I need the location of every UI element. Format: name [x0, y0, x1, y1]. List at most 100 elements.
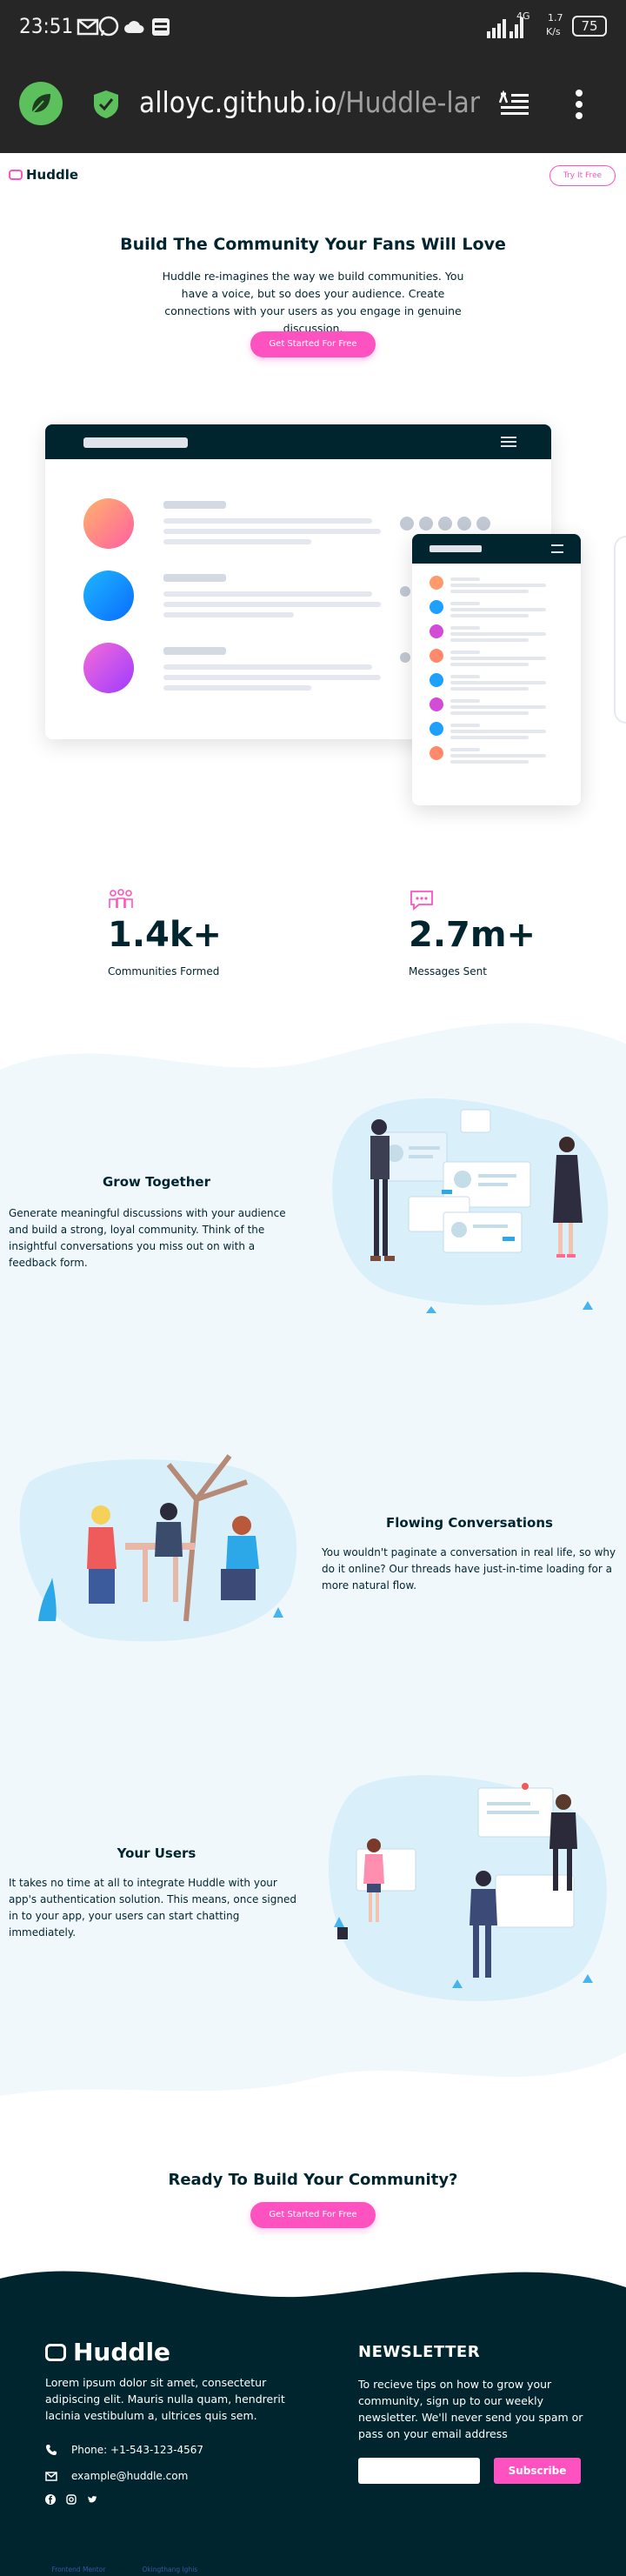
placeholder-line [450, 699, 480, 703]
avatar [430, 722, 443, 736]
decorative-frame [614, 536, 626, 724]
avatar [430, 746, 443, 760]
placeholder-line [450, 657, 546, 660]
placeholder-line [450, 687, 529, 691]
url-domain: alloyc.github.io [139, 85, 337, 119]
net-speed-value: 1.7 [548, 12, 563, 23]
facebook-icon[interactable] [45, 2494, 56, 2505]
placeholder-line [450, 632, 546, 636]
url-bar[interactable]: alloyc.github.io/Huddle-landing-pa [139, 85, 480, 119]
huddle-logo-icon [9, 170, 23, 180]
site-header: Huddle Try It Free [0, 153, 626, 198]
gallery-icon [152, 18, 170, 36]
grow-together-illustration [332, 1098, 609, 1313]
stat-number-messages: 2.7m+ [409, 915, 536, 955]
battery-indicator: 75 [572, 16, 607, 37]
footer-brand-name: Huddle [73, 2338, 171, 2366]
attribution-middle: . Coded by [104, 2566, 141, 2573]
footer-description: Lorem ipsum dolor sit amet, consectetur … [45, 2376, 285, 2422]
placeholder-line [450, 651, 480, 654]
footer-logo: Huddle [45, 2338, 170, 2366]
avatar [430, 624, 443, 638]
newsletter-text: To recieve tips on how to grow your comm… [358, 2378, 583, 2440]
secure-shield-icon[interactable] [92, 89, 120, 120]
phone-icon [46, 2445, 57, 2455]
newsletter-email-input[interactable] [358, 2458, 480, 2484]
network-type: 4G [516, 10, 530, 22]
newsletter-title: NEWSLETTER [358, 2343, 481, 2361]
placeholder-line [450, 748, 480, 751]
status-bar: 23:51 4G 1.7 K/s 75 [0, 0, 626, 56]
browser-toolbar: alloyc.github.io/Huddle-landing-pa [0, 56, 626, 153]
twitter-icon[interactable] [87, 2494, 97, 2505]
instagram-icon[interactable] [66, 2494, 77, 2505]
stat-label-communities: Communities Formed [108, 965, 220, 978]
feature-text-your-users: It takes no time at all to integrate Hud… [9, 1877, 296, 1939]
placeholder-line [450, 608, 546, 611]
placeholder-line [450, 760, 529, 764]
attribution: Challenge by Frontend Mentor. Coded by O… [7, 2566, 200, 2573]
avatar [430, 600, 443, 614]
hero-phone-mockup [412, 534, 581, 805]
flowing-conversations-illustration [19, 1454, 297, 1642]
avatar [83, 498, 134, 549]
attribution-prefix: Challenge by [7, 2566, 50, 2573]
placeholder-line [450, 626, 480, 630]
placeholder-line [450, 675, 480, 678]
stat-number-communities: 1.4k+ [108, 915, 222, 955]
placeholder-line [450, 590, 529, 593]
avatar [83, 643, 134, 693]
hero-get-started-button[interactable]: Get Started For Free [250, 331, 376, 357]
feature-title-flowing-conversations: Flowing Conversations [386, 1515, 553, 1531]
url-path: /Huddle-landing-pa [336, 85, 480, 119]
browser-logo-icon[interactable] [19, 82, 63, 125]
footer-email-text[interactable]: example@huddle.com [71, 2470, 188, 2482]
brand-name: Huddle [26, 167, 79, 183]
placeholder-line [450, 705, 546, 709]
hero-title: Build The Community Your Fans Will Love [120, 235, 506, 254]
placeholder-line [450, 730, 546, 733]
placeholder-line [450, 754, 546, 757]
cloud-icon [124, 21, 144, 33]
cta-title: Ready To Build Your Community? [168, 2171, 458, 2189]
footer-phone: Phone: +1-543-123-4567 [45, 2444, 203, 2456]
placeholder-line [450, 663, 529, 666]
placeholder-line [450, 584, 546, 587]
hero-description: Huddle re-imagines the way we build comm… [162, 270, 464, 335]
net-speed-unit: K/s [546, 26, 561, 37]
placeholder-line [450, 724, 480, 727]
your-users-illustration [328, 1775, 607, 2001]
footer-social-links [45, 2494, 97, 2505]
stat-label-messages: Messages Sent [409, 965, 487, 978]
try-it-free-button[interactable]: Try It Free [549, 165, 616, 186]
author-link[interactable]: Okingthang Ighis [142, 2566, 197, 2573]
placeholder-line [450, 638, 529, 642]
feature-text-grow-together: Generate meaningful discussions with you… [9, 1207, 286, 1269]
messages-icon [410, 891, 433, 911]
reader-mode-icon[interactable] [499, 90, 530, 118]
avatar [430, 673, 443, 687]
avatar [430, 576, 443, 590]
more-options-icon[interactable] [574, 89, 584, 120]
feature-title-grow-together: Grow Together [103, 1174, 210, 1190]
attribution-suffix: . [197, 2566, 200, 2573]
frontend-mentor-link[interactable]: Frontend Mentor [51, 2566, 104, 2573]
footer-email: example@huddle.com [45, 2470, 188, 2482]
placeholder-line [450, 711, 529, 715]
placeholder-line [450, 681, 546, 684]
avatar [83, 571, 134, 621]
cta-get-started-button[interactable]: Get Started For Free [250, 2202, 376, 2228]
huddle-logo-icon [45, 2343, 66, 2361]
placeholder-line [450, 577, 480, 581]
placeholder-line [450, 736, 529, 739]
avatar [430, 697, 443, 711]
avatar [430, 649, 443, 663]
communities-icon [109, 889, 133, 908]
email-icon [45, 2472, 57, 2481]
placeholder-line [450, 614, 529, 617]
whatsapp-icon [98, 16, 119, 37]
feature-text-flowing-conversations: You wouldn't paginate a conversation in … [322, 1546, 616, 1592]
site-logo[interactable]: Huddle [9, 167, 78, 183]
subscribe-button[interactable]: Subscribe [494, 2458, 581, 2484]
status-time: 23:51 [19, 14, 74, 38]
